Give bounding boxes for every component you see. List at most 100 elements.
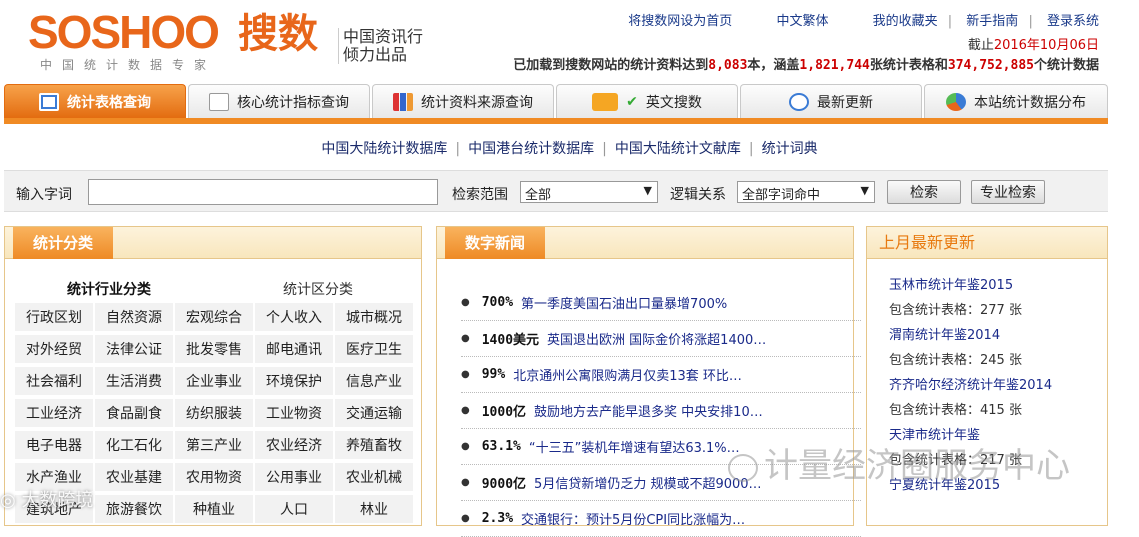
database-links: 中国大陆统计数据库 | 中国港台统计数据库 | 中国大陆统计文献库 | 统计词典 <box>0 138 1139 158</box>
table-count: 1,821,744 <box>799 58 870 73</box>
category-item[interactable]: 农用物资 <box>175 463 253 491</box>
logic-select[interactable]: 全部字词命中 ▼ <box>737 181 875 203</box>
category-item[interactable]: 法律公证 <box>95 335 173 363</box>
news-number: 1400美元 <box>481 333 540 348</box>
news-headline[interactable]: “十三五”装机年增速有望达63.1%… <box>529 437 740 456</box>
category-item[interactable]: 城市概况 <box>335 303 413 331</box>
news-headline[interactable]: 鼓励地方去产能早退多奖 中央安排10… <box>534 401 763 420</box>
category-item[interactable]: 生活消费 <box>95 367 173 395</box>
category-item[interactable]: 交通运输 <box>335 399 413 427</box>
document-icon <box>209 92 229 111</box>
tab-latest-updates[interactable]: 最新更新 <box>740 84 922 118</box>
tab-label: 本站统计数据分布 <box>974 94 1086 111</box>
category-item[interactable]: 企业事业 <box>175 367 253 395</box>
panel-header: 统计分类 <box>5 227 421 259</box>
mainland-literature-db-link[interactable]: 中国大陆统计文献库 <box>615 141 741 157</box>
panel-title: 统计分类 <box>13 227 114 259</box>
date-value: 2016年10月06日 <box>993 38 1099 53</box>
category-item[interactable]: 对外经贸 <box>15 335 93 363</box>
category-item[interactable]: 宏观综合 <box>175 303 253 331</box>
panel-title: 上月最新更新 <box>879 233 976 252</box>
category-item[interactable]: 农业经济 <box>255 431 333 459</box>
region-category-tab[interactable]: 统计区分类 <box>283 279 353 299</box>
stats-text: 本，涵盖 <box>747 58 800 73</box>
stats-text: 张统计表格和 <box>869 58 948 73</box>
set-homepage-link[interactable]: 将搜数网设为首页 <box>628 14 732 29</box>
news-headline[interactable]: 北京通州公寓限购满月仅卖13套 环比… <box>513 365 742 384</box>
search-input[interactable] <box>88 179 438 205</box>
tab-label: 英文搜数 <box>645 94 702 111</box>
tab-english-search[interactable]: ✔ 英文搜数 <box>556 84 738 118</box>
news-number: 99% <box>481 367 506 382</box>
category-item[interactable]: 社会福利 <box>15 367 93 395</box>
news-item[interactable]: ● 1400美元 英国退出欧洲 国际金价将涨超1400… <box>461 321 861 357</box>
beginner-guide-link[interactable]: 新手指南 <box>966 14 1018 29</box>
category-item[interactable]: 自然资源 <box>95 303 173 331</box>
category-item[interactable]: 养殖畜牧 <box>335 431 413 459</box>
divider: | <box>455 141 461 157</box>
category-item[interactable]: 个人收入 <box>255 303 333 331</box>
tab-label: 统计资料来源查询 <box>421 94 533 111</box>
update-title[interactable]: 齐齐哈尔经济统计年鉴2014 <box>889 373 1089 398</box>
category-item[interactable]: 工业物资 <box>255 399 333 427</box>
category-item[interactable]: 农业机械 <box>335 463 413 491</box>
favorites-link[interactable]: 我的收藏夹 <box>873 14 938 29</box>
tab-core-indicators[interactable]: 核心统计指标查询 <box>188 84 370 118</box>
category-item[interactable]: 纺织服装 <box>175 399 253 427</box>
news-number: 9000亿 <box>481 477 527 492</box>
clock-icon <box>789 92 809 111</box>
news-item[interactable]: ● 2.3% 交通银行：预计5月份CPI同比涨幅为… <box>461 501 861 537</box>
login-link[interactable]: 登录系统 <box>1047 14 1099 29</box>
watermark-text: 大数跨境 <box>21 490 94 511</box>
logic-label: 逻辑关系 <box>670 187 726 203</box>
search-input-label: 输入字词 <box>16 187 72 203</box>
traditional-chinese-link[interactable]: 中文繁体 <box>776 14 828 29</box>
category-item[interactable]: 医疗卫生 <box>335 335 413 363</box>
search-button[interactable]: 检索 <box>887 180 961 204</box>
mainland-stats-db-link[interactable]: 中国大陆统计数据库 <box>321 141 447 157</box>
logo-subtitle: 中国统计数据专家 <box>40 58 217 72</box>
tab-source-query[interactable]: 统计资料来源查询 <box>372 84 554 118</box>
bullet-icon: ● <box>461 297 470 308</box>
site-logo[interactable]: SOSHOO 搜数 中国统计数据专家 <box>28 6 328 72</box>
category-item[interactable]: 行政区划 <box>15 303 93 331</box>
category-item[interactable]: 环境保护 <box>255 367 333 395</box>
category-item[interactable]: 邮电通讯 <box>255 335 333 363</box>
advanced-search-button[interactable]: 专业检索 <box>971 180 1045 204</box>
category-item[interactable]: 工业经济 <box>15 399 93 427</box>
datapoint-count: 374,752,885 <box>947 58 1034 73</box>
category-item[interactable]: 食品副食 <box>95 399 173 427</box>
news-item[interactable]: ● 1000亿 鼓励地方去产能早退多奖 中央安排10… <box>461 393 861 429</box>
date-line: 截止2016年10月06日 <box>968 34 1099 53</box>
panel-header: 数字新闻 <box>437 227 853 259</box>
divider: | <box>947 14 953 29</box>
table-icon <box>39 92 59 111</box>
tab-data-distribution[interactable]: 本站统计数据分布 <box>924 84 1108 118</box>
category-item[interactable]: 化工石化 <box>95 431 173 459</box>
scope-select[interactable]: 全部 ▼ <box>520 181 658 203</box>
bullet-icon: ● <box>461 441 470 452</box>
search-bar: 输入字词 检索范围 全部 ▼ 逻辑关系 全部字词命中 ▼ 检索 专业检索 <box>4 170 1108 212</box>
hk-tw-stats-db-link[interactable]: 中国港台统计数据库 <box>468 141 594 157</box>
update-title[interactable]: 玉林市统计年鉴2015 <box>889 273 1089 298</box>
news-item[interactable]: ● 700% 第一季度美国石油出口量暴增700% <box>461 285 861 321</box>
category-item[interactable]: 批发零售 <box>175 335 253 363</box>
industry-category-tab[interactable]: 统计行业分类 <box>67 279 151 299</box>
news-item[interactable]: ● 99% 北京通州公寓限购满月仅卖13套 环比… <box>461 357 861 393</box>
category-item[interactable]: 公用事业 <box>255 463 333 491</box>
stats-line: 已加载到搜数网站的统计资料达到8,083本，涵盖1,821,744张统计表格和3… <box>513 54 1099 73</box>
update-title[interactable]: 渭南统计年鉴2014 <box>889 323 1089 348</box>
category-item[interactable]: 电子电器 <box>15 431 93 459</box>
wechat-icon <box>728 453 758 482</box>
check-icon: ✔ <box>626 93 638 110</box>
update-table-count: 包含统计表格：245 张 <box>889 353 1022 368</box>
tab-table-query[interactable]: 统计表格查询 <box>4 84 186 118</box>
scope-label: 检索范围 <box>452 187 508 203</box>
news-headline[interactable]: 英国退出欧洲 国际金价将涨超1400… <box>547 329 766 348</box>
category-item[interactable]: 信息产业 <box>335 367 413 395</box>
bullet-icon: ● <box>461 333 470 344</box>
category-item[interactable]: 农业基建 <box>95 463 173 491</box>
category-item[interactable]: 第三产业 <box>175 431 253 459</box>
stats-dictionary-link[interactable]: 统计词典 <box>762 141 818 157</box>
news-headline[interactable]: 第一季度美国石油出口量暴增700% <box>521 293 727 312</box>
